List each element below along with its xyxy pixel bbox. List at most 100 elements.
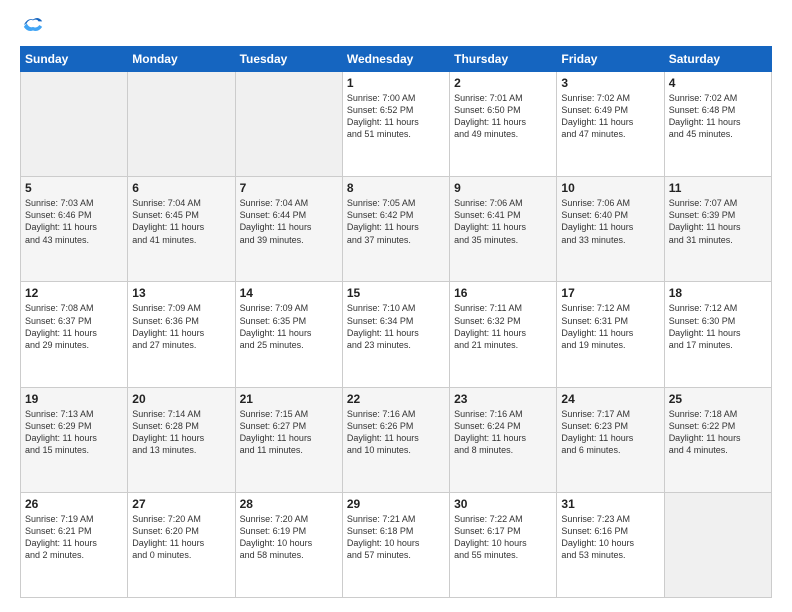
day-number: 20 <box>132 392 230 406</box>
day-number: 23 <box>454 392 552 406</box>
calendar-week-row: 12Sunrise: 7:08 AM Sunset: 6:37 PM Dayli… <box>21 282 772 387</box>
day-info: Sunrise: 7:20 AM Sunset: 6:20 PM Dayligh… <box>132 513 230 562</box>
calendar-cell: 22 Sunrise: 7:16 AM Sunset: 6:26 PM Dayli… <box>342 387 449 492</box>
day-number: 26 <box>25 497 123 511</box>
day-number: 22 <box>347 392 445 406</box>
weekday-header: Tuesday <box>235 47 342 72</box>
calendar-cell: 9 Sunrise: 7:06 AM Sunset: 6:41 PM Daylig… <box>450 177 557 282</box>
day-info: Sunrise: 7:08 AM Sunset: 6:37 PM Dayligh… <box>25 302 123 351</box>
calendar-cell: 5 Sunrise: 7:03 AM Sunset: 6:46 PM Daylig… <box>21 177 128 282</box>
logo-icon <box>22 14 44 36</box>
day-info: Sunrise: 7:11 AM Sunset: 6:32 PM Dayligh… <box>454 302 552 351</box>
day-info: Sunrise: 7:20 AM Sunset: 6:19 PM Dayligh… <box>240 513 338 562</box>
calendar-table: SundayMondayTuesdayWednesdayThursdayFrid… <box>20 46 772 598</box>
calendar-week-row: 19 Sunrise: 7:13 AM Sunset: 6:29 PM Dayli… <box>21 387 772 492</box>
calendar-cell: 27 Sunrise: 7:20 AM Sunset: 6:20 PM Dayli… <box>128 492 235 597</box>
day-info: Sunrise: 7:12 AM Sunset: 6:30 PM Dayligh… <box>669 302 767 351</box>
calendar-cell <box>664 492 771 597</box>
calendar-cell: 12Sunrise: 7:08 AM Sunset: 6:37 PM Dayli… <box>21 282 128 387</box>
day-info: Sunrise: 7:05 AM Sunset: 6:42 PM Dayligh… <box>347 197 445 246</box>
weekday-header: Friday <box>557 47 664 72</box>
calendar-cell: 31 Sunrise: 7:23 AM Sunset: 6:16 PM Dayli… <box>557 492 664 597</box>
calendar-cell: 4Sunrise: 7:02 AM Sunset: 6:48 PM Daylig… <box>664 72 771 177</box>
weekday-header: Sunday <box>21 47 128 72</box>
day-info: Sunrise: 7:13 AM Sunset: 6:29 PM Dayligh… <box>25 408 123 457</box>
day-info: Sunrise: 7:07 AM Sunset: 6:39 PM Dayligh… <box>669 197 767 246</box>
day-number: 30 <box>454 497 552 511</box>
day-number: 28 <box>240 497 338 511</box>
calendar-cell: 8 Sunrise: 7:05 AM Sunset: 6:42 PM Daylig… <box>342 177 449 282</box>
page: SundayMondayTuesdayWednesdayThursdayFrid… <box>0 0 792 612</box>
calendar-cell: 30 Sunrise: 7:22 AM Sunset: 6:17 PM Dayli… <box>450 492 557 597</box>
day-number: 10 <box>561 181 659 195</box>
calendar-cell: 28 Sunrise: 7:20 AM Sunset: 6:19 PM Dayli… <box>235 492 342 597</box>
day-number: 7 <box>240 181 338 195</box>
day-info: Sunrise: 7:19 AM Sunset: 6:21 PM Dayligh… <box>25 513 123 562</box>
calendar-cell: 15 Sunrise: 7:10 AM Sunset: 6:34 PM Dayli… <box>342 282 449 387</box>
calendar-cell <box>235 72 342 177</box>
calendar-cell: 25 Sunrise: 7:18 AM Sunset: 6:22 PM Dayli… <box>664 387 771 492</box>
calendar-cell <box>21 72 128 177</box>
day-number: 15 <box>347 286 445 300</box>
calendar-cell: 21 Sunrise: 7:15 AM Sunset: 6:27 PM Dayli… <box>235 387 342 492</box>
weekday-header: Saturday <box>664 47 771 72</box>
day-number: 6 <box>132 181 230 195</box>
day-number: 27 <box>132 497 230 511</box>
calendar-cell: 26 Sunrise: 7:19 AM Sunset: 6:21 PM Dayli… <box>21 492 128 597</box>
calendar-week-row: 1 Sunrise: 7:00 AM Sunset: 6:52 PM Daylig… <box>21 72 772 177</box>
calendar-cell: 14 Sunrise: 7:09 AM Sunset: 6:35 PM Dayli… <box>235 282 342 387</box>
day-info: Sunrise: 7:23 AM Sunset: 6:16 PM Dayligh… <box>561 513 659 562</box>
calendar-cell: 16Sunrise: 7:11 AM Sunset: 6:32 PM Dayli… <box>450 282 557 387</box>
day-number: 25 <box>669 392 767 406</box>
day-info: Sunrise: 7:00 AM Sunset: 6:52 PM Dayligh… <box>347 92 445 141</box>
day-info: Sunrise: 7:09 AM Sunset: 6:35 PM Dayligh… <box>240 302 338 351</box>
day-number: 14 <box>240 286 338 300</box>
day-info: Sunrise: 7:09 AM Sunset: 6:36 PM Dayligh… <box>132 302 230 351</box>
weekday-header: Monday <box>128 47 235 72</box>
day-number: 4 <box>669 76 767 90</box>
day-number: 8 <box>347 181 445 195</box>
calendar-cell: 3 Sunrise: 7:02 AM Sunset: 6:49 PM Daylig… <box>557 72 664 177</box>
day-info: Sunrise: 7:18 AM Sunset: 6:22 PM Dayligh… <box>669 408 767 457</box>
calendar-cell: 7Sunrise: 7:04 AM Sunset: 6:44 PM Daylig… <box>235 177 342 282</box>
day-info: Sunrise: 7:02 AM Sunset: 6:49 PM Dayligh… <box>561 92 659 141</box>
day-number: 5 <box>25 181 123 195</box>
calendar-week-row: 26 Sunrise: 7:19 AM Sunset: 6:21 PM Dayli… <box>21 492 772 597</box>
day-info: Sunrise: 7:03 AM Sunset: 6:46 PM Dayligh… <box>25 197 123 246</box>
day-number: 18 <box>669 286 767 300</box>
day-info: Sunrise: 7:04 AM Sunset: 6:45 PM Dayligh… <box>132 197 230 246</box>
day-number: 9 <box>454 181 552 195</box>
calendar-cell: 24Sunrise: 7:17 AM Sunset: 6:23 PM Dayli… <box>557 387 664 492</box>
day-info: Sunrise: 7:10 AM Sunset: 6:34 PM Dayligh… <box>347 302 445 351</box>
day-number: 11 <box>669 181 767 195</box>
day-info: Sunrise: 7:15 AM Sunset: 6:27 PM Dayligh… <box>240 408 338 457</box>
day-number: 21 <box>240 392 338 406</box>
calendar-week-row: 5 Sunrise: 7:03 AM Sunset: 6:46 PM Daylig… <box>21 177 772 282</box>
day-number: 19 <box>25 392 123 406</box>
weekday-header: Thursday <box>450 47 557 72</box>
day-number: 13 <box>132 286 230 300</box>
calendar-cell: 10 Sunrise: 7:06 AM Sunset: 6:40 PM Dayli… <box>557 177 664 282</box>
calendar-cell: 13 Sunrise: 7:09 AM Sunset: 6:36 PM Dayli… <box>128 282 235 387</box>
logo <box>20 18 44 36</box>
calendar-cell: 2Sunrise: 7:01 AM Sunset: 6:50 PM Daylig… <box>450 72 557 177</box>
calendar-cell: 23 Sunrise: 7:16 AM Sunset: 6:24 PM Dayli… <box>450 387 557 492</box>
calendar-header-row: SundayMondayTuesdayWednesdayThursdayFrid… <box>21 47 772 72</box>
day-number: 31 <box>561 497 659 511</box>
day-info: Sunrise: 7:06 AM Sunset: 6:41 PM Dayligh… <box>454 197 552 246</box>
calendar-cell: 19 Sunrise: 7:13 AM Sunset: 6:29 PM Dayli… <box>21 387 128 492</box>
day-info: Sunrise: 7:06 AM Sunset: 6:40 PM Dayligh… <box>561 197 659 246</box>
calendar-cell: 29Sunrise: 7:21 AM Sunset: 6:18 PM Dayli… <box>342 492 449 597</box>
day-info: Sunrise: 7:16 AM Sunset: 6:26 PM Dayligh… <box>347 408 445 457</box>
day-info: Sunrise: 7:17 AM Sunset: 6:23 PM Dayligh… <box>561 408 659 457</box>
day-info: Sunrise: 7:14 AM Sunset: 6:28 PM Dayligh… <box>132 408 230 457</box>
header <box>20 18 772 36</box>
day-number: 1 <box>347 76 445 90</box>
day-info: Sunrise: 7:01 AM Sunset: 6:50 PM Dayligh… <box>454 92 552 141</box>
calendar-cell <box>128 72 235 177</box>
calendar-cell: 11 Sunrise: 7:07 AM Sunset: 6:39 PM Dayli… <box>664 177 771 282</box>
day-number: 3 <box>561 76 659 90</box>
day-info: Sunrise: 7:22 AM Sunset: 6:17 PM Dayligh… <box>454 513 552 562</box>
day-info: Sunrise: 7:16 AM Sunset: 6:24 PM Dayligh… <box>454 408 552 457</box>
day-number: 29 <box>347 497 445 511</box>
